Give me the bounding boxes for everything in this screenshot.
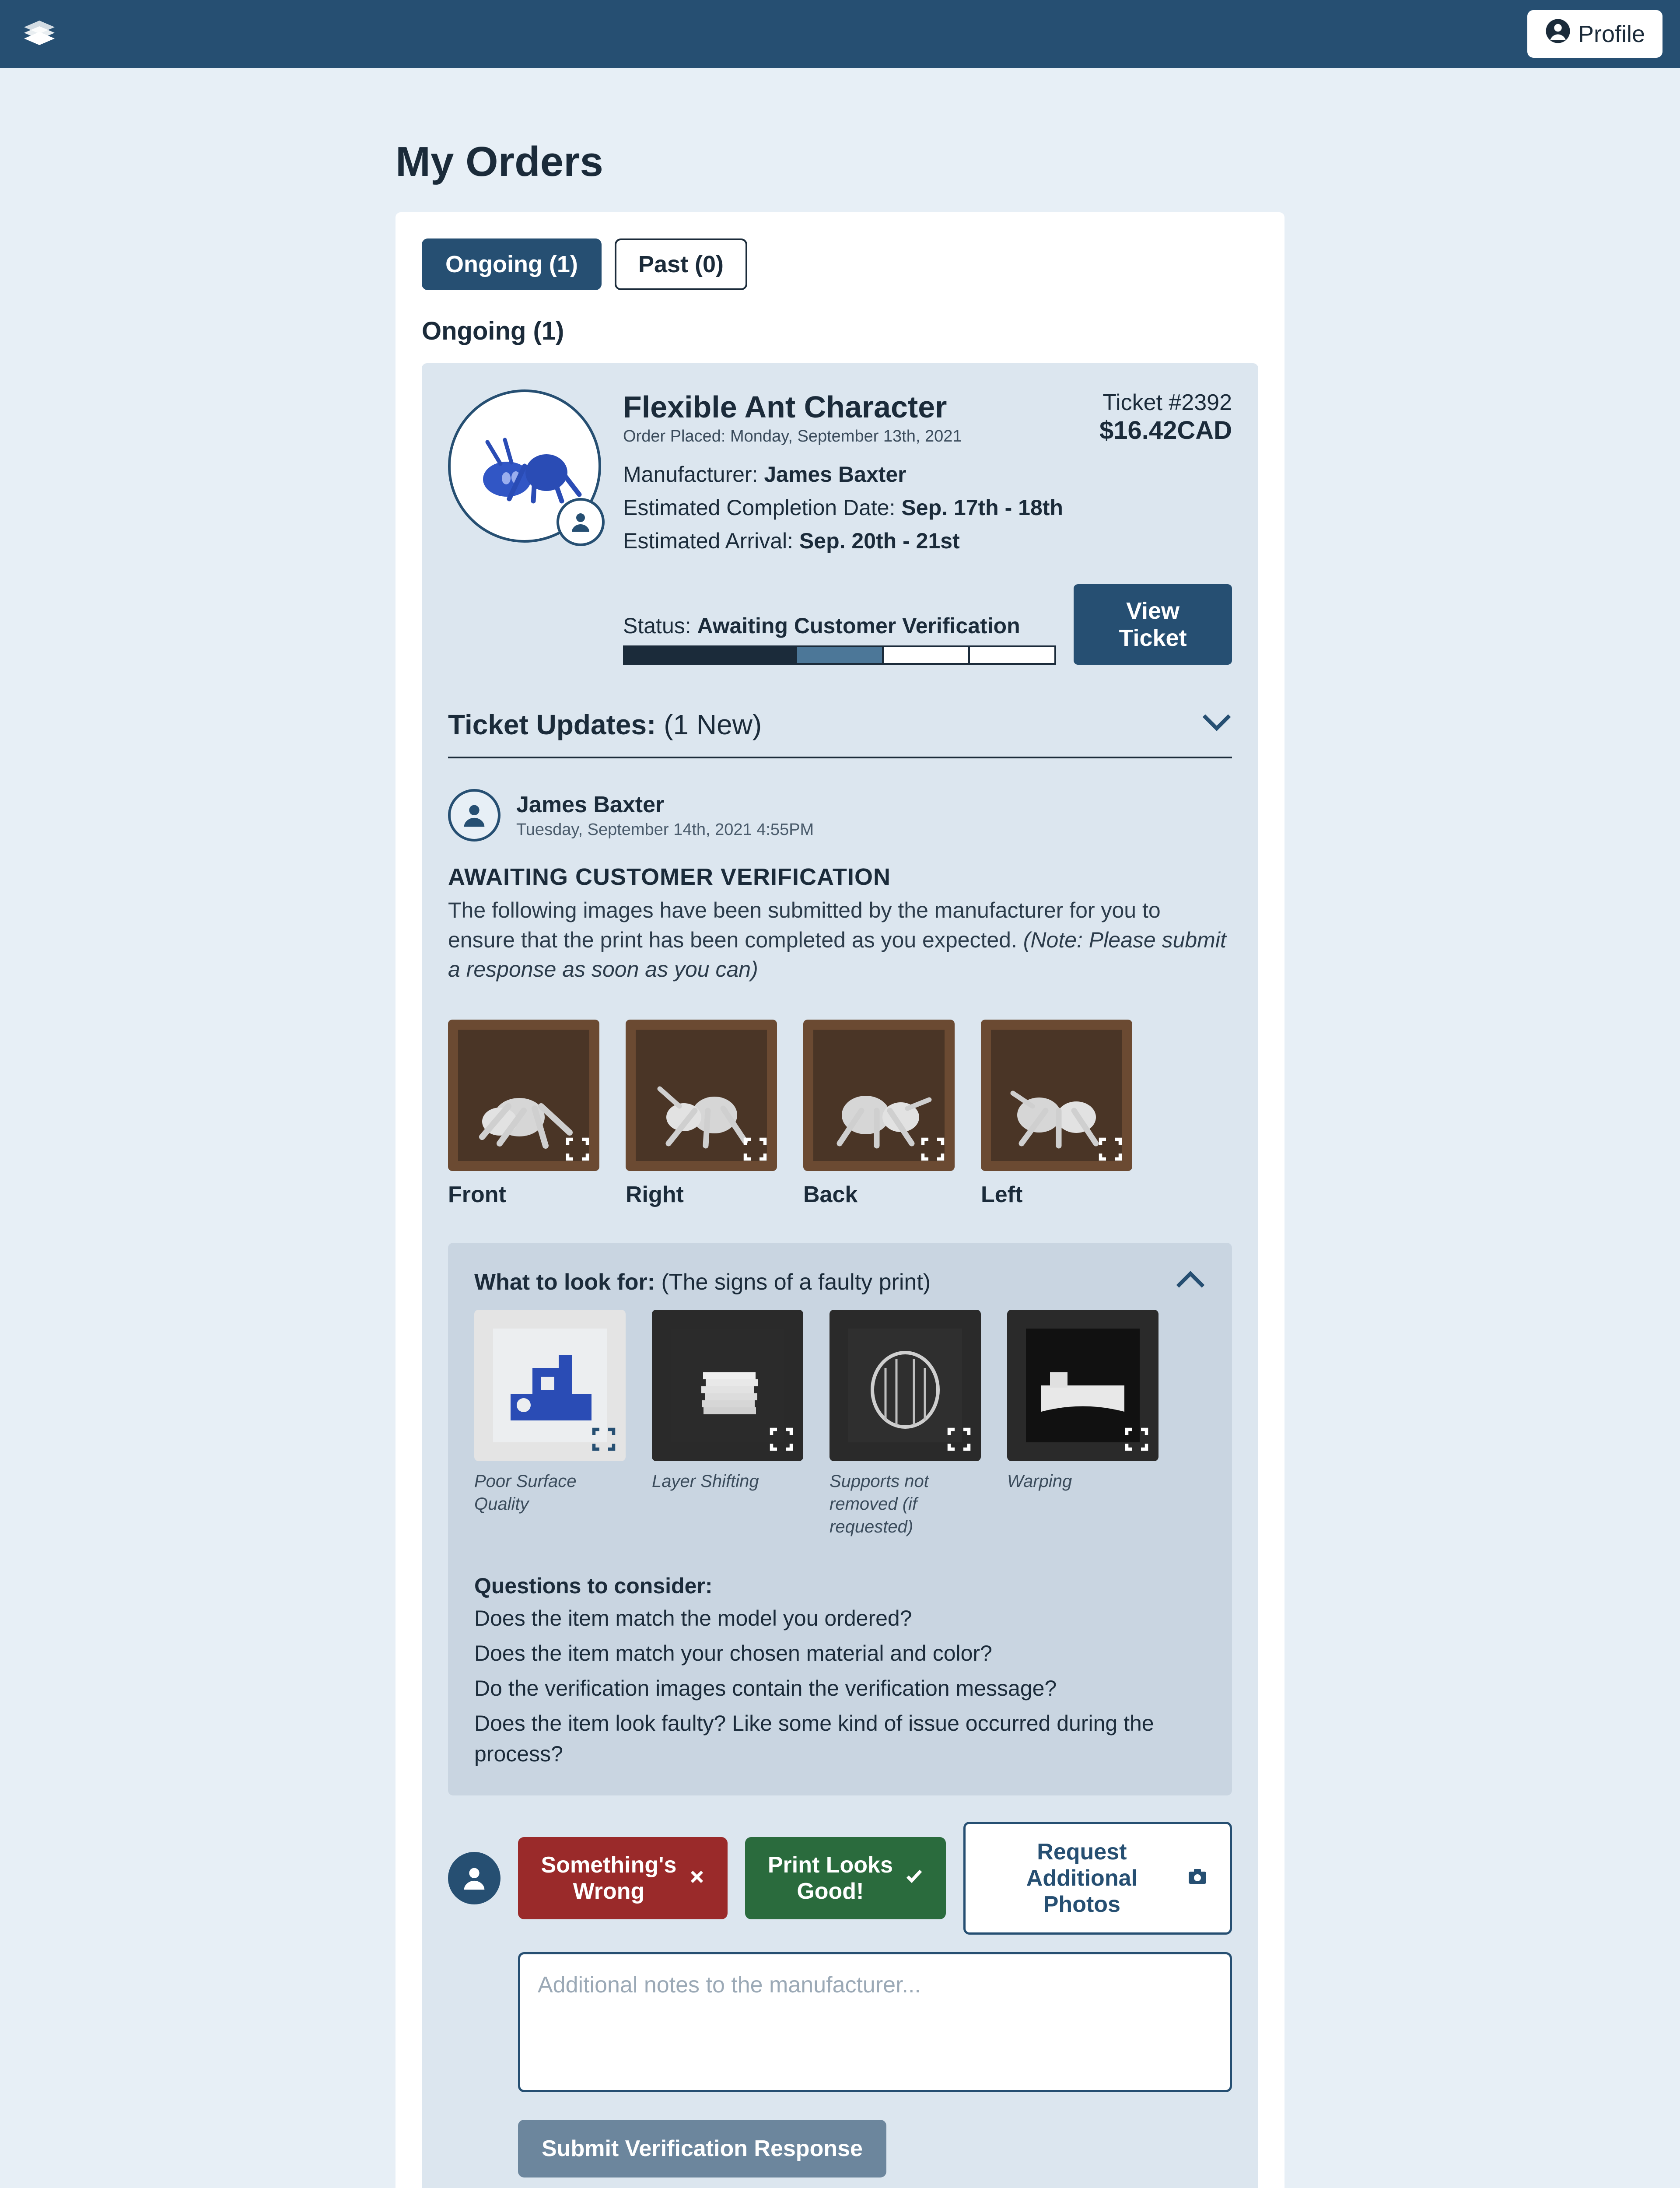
layer-shift-icon [671,1329,784,1442]
eta-value: Sep. 20th - 21st [799,529,960,553]
defect-label: Layer Shifting [652,1470,803,1493]
question-4: Does the item look faulty? Like some kin… [474,1708,1206,1769]
updates-title: Ticket Updates: [448,709,664,740]
tab-past[interactable]: Past (0) [615,238,747,290]
verification-photo-grid: Front [448,1020,1232,1208]
manufacturer-value: James Baxter [764,462,906,487]
expand-icon [1097,1136,1124,1162]
topbar: Profile [0,0,1680,68]
update-author-name: James Baxter [516,792,814,818]
update-author-avatar [448,789,500,842]
expand-icon [564,1136,591,1162]
check-icon [904,1865,924,1891]
defect-warping[interactable]: Warping [1007,1310,1158,1538]
model-preview [448,389,601,543]
page-title: My Orders [396,138,1284,186]
ticket-title: Flexible Ant Character [623,389,962,424]
ongoing-section-label: Ongoing (1) [422,316,1258,346]
photo-left[interactable]: Left [981,1020,1132,1208]
profile-button[interactable]: Profile [1527,10,1662,58]
defect-layer-shift[interactable]: Layer Shifting [652,1310,803,1538]
ticket-number: Ticket #2392 [1099,389,1232,416]
photo-label: Front [448,1182,599,1208]
submit-verification-button[interactable]: Submit Verification Response [518,2120,886,2177]
defect-label: Supports not removed (if requested) [830,1470,981,1538]
eta-label: Estimated Arrival: [623,529,799,553]
what-to-look-panel: What to look for: (The signs of a faulty… [448,1243,1232,1795]
profile-label: Profile [1578,21,1645,48]
your-avatar [448,1852,500,1904]
somethings-wrong-button[interactable]: Something's Wrong [518,1837,728,1919]
ant-model-icon [459,422,590,510]
look-title: What to look for: (The signs of a faulty… [474,1269,931,1295]
view-ticket-button[interactable]: View Ticket [1074,584,1232,665]
expand-icon [591,1426,617,1452]
close-icon [688,1865,706,1891]
expand-icon [742,1136,768,1162]
status-value: Awaiting Customer Verification [697,614,1020,638]
user-icon [459,800,490,831]
user-icon [459,1863,490,1893]
progress-bar [623,645,1056,665]
response-buttons-row: Something's Wrong Print Looks Good! Requ… [448,1822,1232,1935]
user-icon [567,509,594,535]
ticket-updates-toggle[interactable]: Ticket Updates: (1 New) [448,708,1232,758]
expand-icon [946,1426,972,1452]
expand-icon [1124,1426,1150,1452]
question-2: Does the item match your chosen material… [474,1638,1206,1669]
update-entry: James Baxter Tuesday, September 14th, 20… [448,789,1232,2177]
tab-ongoing[interactable]: Ongoing (1) [422,238,602,290]
manufacturer-label: Manufacturer: [623,462,764,487]
benchy-icon [493,1329,607,1442]
camera-icon [1187,1865,1208,1891]
question-3: Do the verification images contain the v… [474,1673,1206,1704]
logo-icon [18,14,61,54]
warping-icon [1026,1329,1140,1442]
ticket-card: Flexible Ant Character Order Placed: Mon… [422,363,1258,2188]
chevron-down-icon [1201,711,1232,739]
ticket-price: $16.42CAD [1099,416,1232,445]
defect-label: Poor Surface Quality [474,1470,626,1515]
expand-icon [920,1136,946,1162]
order-placed-date: Order Placed: Monday, September 13th, 20… [623,427,962,446]
photo-label: Right [626,1182,777,1208]
defect-surface-quality[interactable]: Poor Surface Quality [474,1310,626,1538]
questions-heading: Questions to consider: [474,1573,1206,1599]
photo-label: Back [803,1182,955,1208]
additional-notes-input[interactable] [518,1952,1232,2092]
photo-back[interactable]: Back [803,1020,955,1208]
tabs: Ongoing (1) Past (0) [422,238,1258,290]
user-circle-icon [1545,18,1571,50]
print-looks-good-button[interactable]: Print Looks Good! [745,1837,946,1919]
ecd-label: Estimated Completion Date: [623,495,901,520]
question-1: Does the item match the model you ordere… [474,1603,1206,1634]
status-label: Status: [623,614,697,638]
photo-label: Left [981,1182,1132,1208]
updates-count: (1 New) [664,709,762,740]
update-timestamp: Tuesday, September 14th, 2021 4:55PM [516,820,814,839]
expand-icon [768,1426,794,1452]
supports-icon [848,1329,962,1442]
verification-heading: AWAITING CUSTOMER VERIFICATION [448,863,1232,891]
request-photos-button[interactable]: Request Additional Photos [963,1822,1232,1935]
ecd-value: Sep. 17th - 18th [901,495,1063,520]
defect-supports[interactable]: Supports not removed (if requested) [830,1310,981,1538]
chevron-up-icon[interactable] [1175,1269,1206,1297]
defect-label: Warping [1007,1470,1158,1493]
manufacturer-avatar-badge [556,498,605,546]
orders-card: Ongoing (1) Past (0) Ongoing (1) [396,212,1284,2188]
verification-description: The following images have been submitted… [448,896,1232,985]
photo-front[interactable]: Front [448,1020,599,1208]
photo-right[interactable]: Right [626,1020,777,1208]
